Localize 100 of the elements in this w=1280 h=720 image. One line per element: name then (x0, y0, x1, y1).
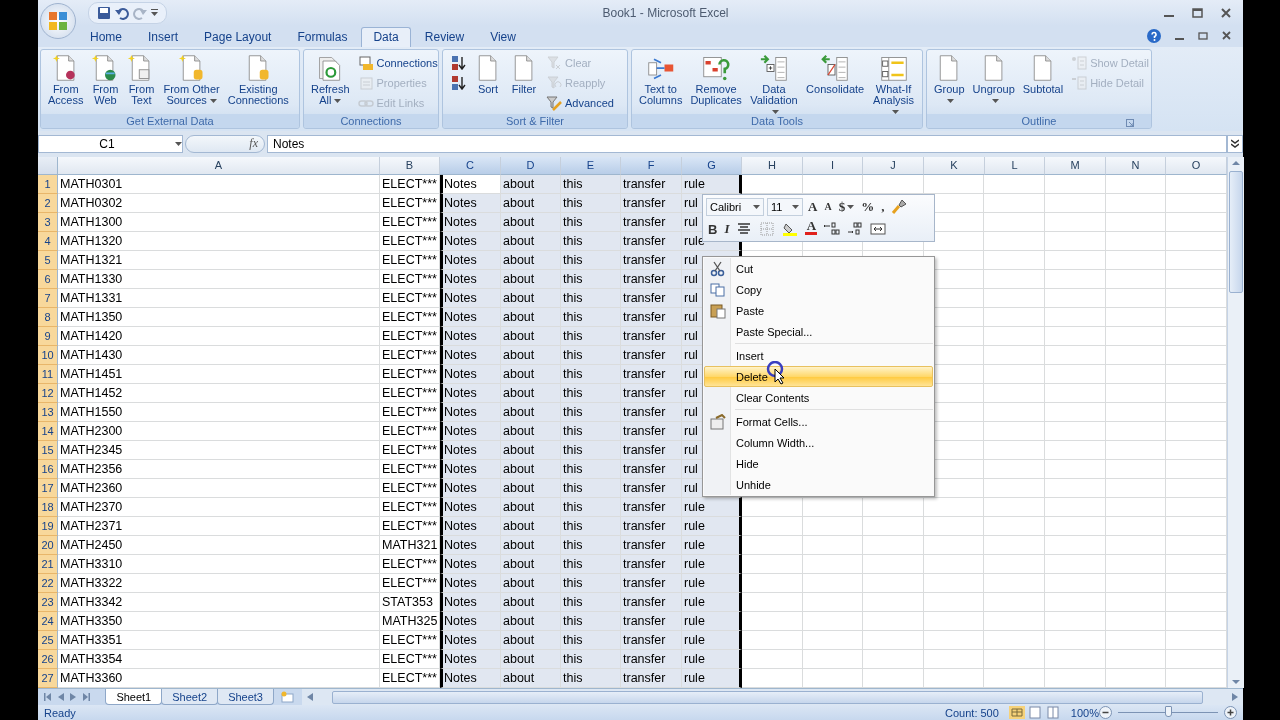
ribbon-button[interactable]: From Other Sources (160, 52, 223, 107)
ribbon-button[interactable]: Connections (354, 53, 438, 73)
format-button[interactable]: $ (836, 197, 857, 216)
ribbon-button[interactable]: Consolidate (803, 52, 868, 96)
format-button[interactable]: , (879, 197, 887, 216)
table-cell: MATH0301 (58, 174, 380, 194)
normal-view-icon (1008, 706, 1025, 719)
group-label: Connections (339, 114, 403, 127)
group-label: Sort & Filter (504, 114, 566, 127)
funnel-pencil-icon (546, 95, 562, 112)
ribbon-button[interactable]: Refresh All (308, 52, 353, 107)
sheet-tab[interactable]: Sheet3 (217, 689, 274, 706)
grow-font-button[interactable]: A (806, 197, 820, 216)
next-sheet-icon (70, 693, 76, 702)
maximize-icon (1192, 8, 1203, 18)
insert-function-button[interactable]: fx (249, 136, 258, 152)
zoom-slider[interactable] (1165, 706, 1172, 717)
table-cell: MATH1451 (58, 364, 380, 384)
menu-item[interactable]: Delete (704, 366, 933, 387)
table-cell: MATH1550 (58, 402, 380, 422)
ungroup-icon (821, 53, 850, 82)
document-database-icon (177, 53, 206, 82)
column-header[interactable]: F (621, 156, 682, 175)
table-cell: MATH2356 (58, 459, 380, 479)
paintbrush-icon (891, 198, 908, 215)
table-cell: MATH2371 (58, 516, 380, 536)
table-cell: MATH1321 (58, 250, 380, 270)
ribbon-button[interactable]: Filter (507, 52, 541, 96)
sheet-tab[interactable]: Sheet1 (105, 689, 163, 706)
table-cell: MATH1430 (58, 345, 380, 365)
column-header[interactable]: I (803, 156, 863, 175)
table-cell: MATH2450 (58, 535, 380, 555)
ribbon-button[interactable]: Advanced (543, 93, 617, 113)
ribbon-tab[interactable]: View (478, 26, 528, 47)
scroll-left-icon (306, 692, 314, 703)
ribbon-button[interactable]: Subtotal (1019, 52, 1067, 96)
table-cell: MATH1300 (58, 212, 380, 232)
column-header[interactable]: B (380, 156, 440, 175)
font-color-button[interactable]: A (803, 220, 820, 239)
ribbon-button[interactable]: Ungroup (969, 52, 1018, 107)
format-button[interactable]: % (859, 197, 877, 216)
ribbon-button[interactable]: From Text (124, 52, 159, 107)
ribbon-tab[interactable]: Review (412, 26, 477, 47)
column-header[interactable]: J (863, 156, 924, 175)
column-header[interactable]: N (1106, 156, 1166, 175)
sort-descending-icon (450, 75, 466, 92)
column-header[interactable]: E (561, 156, 621, 175)
font-size-field[interactable]: 11 (767, 197, 803, 216)
insert-sheet-icon (280, 691, 296, 704)
restore-icon (1198, 31, 1208, 41)
increase-decimal-icon (824, 221, 841, 238)
expand-icon (1231, 138, 1239, 149)
name-box[interactable]: C1 (38, 134, 183, 153)
ribbon-tab[interactable]: Page Layout (192, 26, 284, 47)
scrollbar-thumb[interactable] (1229, 170, 1243, 293)
page-layout-view-icon (1026, 706, 1043, 719)
column-header[interactable]: M (1045, 156, 1106, 175)
ribbon-button[interactable]: Text to Columns (636, 52, 686, 107)
office-button[interactable] (40, 3, 76, 39)
window-title: Book1 - Microsoft Excel (601, 6, 730, 20)
ribbon-button[interactable]: Group (931, 52, 968, 107)
ribbon-tab[interactable]: Formulas (285, 26, 360, 47)
copy-icon (710, 281, 726, 298)
table-cell: MATH2360 (58, 478, 380, 498)
column-header[interactable]: G (682, 156, 742, 175)
funnel-clear-icon (546, 55, 562, 72)
ribbon-tab[interactable]: Data (361, 26, 411, 47)
table-cell: MATH0302 (58, 193, 380, 213)
minimize-icon (1175, 37, 1184, 40)
ribbon-button[interactable]: From Access (45, 52, 87, 107)
font-name-field[interactable]: Calibri (706, 197, 764, 216)
zoom-level[interactable]: 100% (1070, 706, 1099, 719)
column-header[interactable]: O (1166, 156, 1227, 175)
help-icon (1147, 28, 1161, 43)
ribbon-tab[interactable]: Home (78, 26, 134, 47)
formula-input[interactable]: Notes (267, 134, 1227, 153)
column-header[interactable]: D (501, 156, 561, 175)
column-header[interactable]: A (58, 156, 380, 175)
ribbon-button[interactable]: From Web (88, 52, 123, 107)
column-header[interactable]: H (742, 156, 803, 175)
ribbon-tab[interactable]: Insert (136, 26, 191, 47)
ribbon-button[interactable]: Sort (471, 52, 505, 96)
column-header[interactable]: L (985, 156, 1045, 175)
table-cell: MATH3354 (58, 649, 380, 669)
sheet-tab[interactable]: Sheet2 (161, 689, 219, 706)
shrink-font-button[interactable]: A (822, 197, 834, 216)
select-all-button[interactable] (38, 156, 58, 175)
scissors-icon (710, 260, 726, 277)
scrollbar-thumb[interactable] (332, 691, 1203, 705)
column-header[interactable]: C (440, 156, 501, 175)
close-icon (1222, 31, 1231, 41)
dropdown-caret-icon (175, 141, 182, 146)
table-cell: MATH2300 (58, 421, 380, 441)
borders-icon (759, 221, 776, 238)
redo-icon (133, 6, 147, 20)
table-cell: MATH1331 (58, 288, 380, 308)
column-header[interactable]: K (924, 156, 985, 175)
ribbon-button[interactable]: Existing Connections (224, 52, 292, 107)
ribbon-button[interactable]: Remove Duplicates (687, 52, 745, 107)
zoom-in-icon (1224, 706, 1237, 719)
